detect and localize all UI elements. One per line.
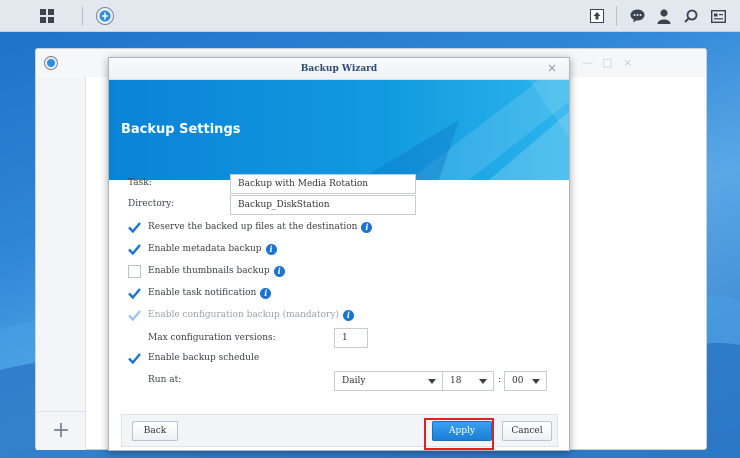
option-config-backup: Enable configuration backup (mandatory) … [128, 308, 354, 322]
minimize-icon[interactable]: — [582, 57, 593, 68]
minute-value: 00 [512, 376, 524, 386]
checkbox-checked[interactable] [128, 243, 141, 256]
option-label: Reserve the backed up files at the desti… [148, 222, 358, 232]
apply-highlight-box [424, 418, 494, 450]
checkbox-checked[interactable] [128, 352, 141, 365]
task-label: Task: [128, 178, 152, 188]
taskbar [0, 0, 740, 32]
option-task-notification[interactable]: Enable task notification i [128, 286, 272, 300]
close-icon[interactable]: × [623, 57, 632, 68]
back-button[interactable]: Back [132, 421, 178, 441]
option-backup-schedule[interactable]: Enable backup schedule [128, 351, 259, 365]
option-label: Enable thumbnails backup [148, 266, 270, 276]
option-label: Enable backup schedule [148, 353, 260, 363]
max-versions-field[interactable]: 1 [334, 328, 368, 348]
info-icon[interactable]: i [342, 309, 354, 321]
option-label: Enable metadata backup [148, 244, 262, 254]
checkbox-unchecked[interactable] [128, 264, 141, 278]
chevron-down-icon [479, 379, 487, 384]
task-sidebar [36, 77, 86, 450]
cancel-button[interactable]: Cancel [502, 421, 552, 441]
run-at-label: Run at: [148, 375, 182, 385]
add-task-button[interactable]: + [36, 411, 86, 449]
hour-select[interactable]: 18 [442, 371, 494, 391]
info-icon[interactable]: i [265, 243, 277, 255]
dialog-header-banner: Backup Settings [109, 80, 569, 180]
backup-wizard-dialog: Backup Wizard × Backup Settings Task: Ba… [108, 57, 570, 451]
checkbox-checked[interactable] [128, 221, 141, 234]
app-icon [44, 56, 58, 73]
info-icon[interactable]: i [273, 265, 285, 277]
minute-select[interactable]: 00 [504, 371, 547, 391]
task-name-field[interactable]: Backup with Media Rotation [230, 174, 416, 194]
frequency-value: Daily [342, 376, 366, 386]
main-menu-icon[interactable] [30, 0, 64, 32]
checkbox-checked-disabled [128, 309, 141, 322]
option-reserve-files[interactable]: Reserve the backed up files at the desti… [128, 220, 373, 234]
dialog-title: Backup Wizard [109, 58, 569, 80]
page-title: Backup Settings [121, 122, 241, 137]
chevron-down-icon [532, 379, 540, 384]
option-label: Enable configuration backup (mandatory) [148, 310, 339, 320]
widgets-icon[interactable] [701, 0, 735, 32]
checkbox-checked[interactable] [128, 287, 141, 300]
directory-field[interactable]: Backup_DiskStation [230, 195, 416, 215]
chevron-down-icon [428, 379, 436, 384]
time-separator: : [498, 375, 502, 385]
info-icon[interactable]: i [260, 287, 272, 299]
option-label: Enable task notification [148, 288, 257, 298]
info-icon[interactable]: i [361, 221, 373, 233]
directory-label: Directory: [128, 199, 175, 209]
option-thumbnails-backup[interactable]: Enable thumbnails backup i [128, 264, 285, 278]
backup-app-icon[interactable] [88, 0, 122, 32]
maximize-icon[interactable]: □ [602, 57, 612, 68]
option-metadata-backup[interactable]: Enable metadata backup i [128, 242, 277, 256]
hour-value: 18 [450, 376, 462, 386]
max-versions-label: Max configuration versions: [148, 333, 276, 343]
dialog-close-icon[interactable]: × [547, 62, 557, 74]
frequency-select[interactable]: Daily [334, 371, 443, 391]
upload-icon[interactable] [580, 0, 614, 32]
